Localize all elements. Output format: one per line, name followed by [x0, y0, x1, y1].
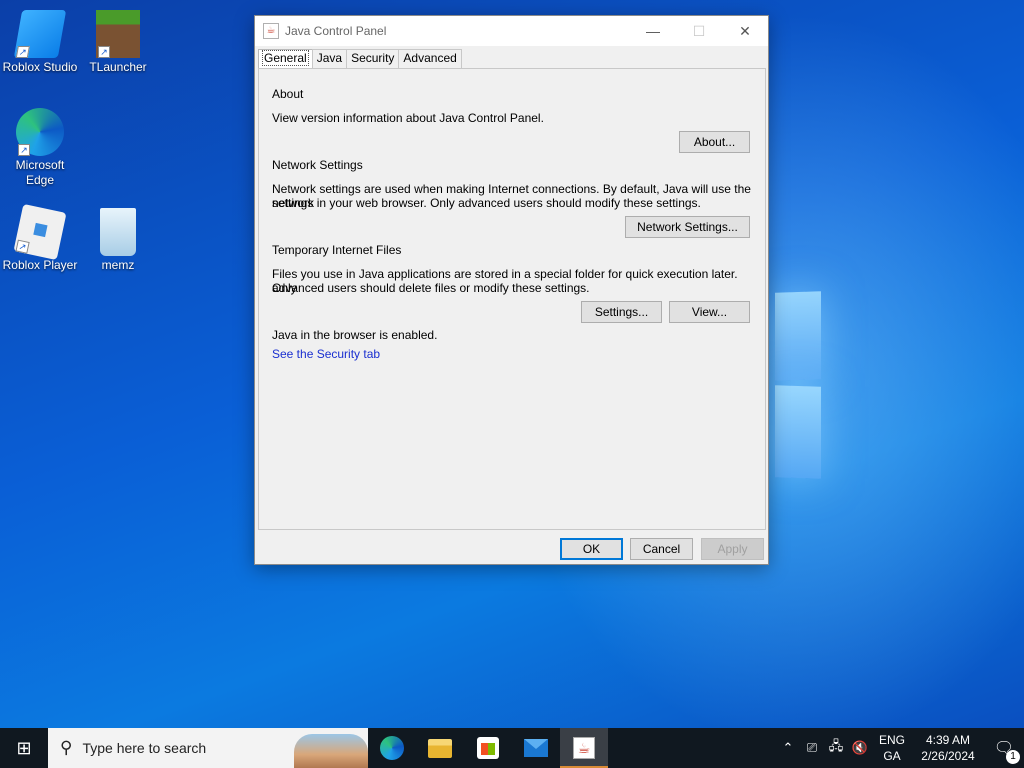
java-icon: ☕ [263, 23, 279, 39]
desktop-icon-roblox-player[interactable]: ↗ Roblox Player [0, 203, 80, 273]
java-control-panel-window: ☕ Java Control Panel — ☐ ✕ General Java … [254, 15, 769, 565]
tab-bar: General Java Security Advanced [258, 49, 462, 69]
about-text: View version information about Java Cont… [272, 111, 544, 125]
shortcut-arrow-icon: ↗ [15, 239, 30, 254]
title-bar[interactable]: ☕ Java Control Panel — ☐ ✕ [255, 16, 768, 46]
wallpaper-logo-pane [775, 385, 821, 479]
minimize-button[interactable]: — [630, 16, 676, 46]
store-icon [477, 737, 499, 759]
about-heading: About [272, 87, 304, 101]
taskbar-app-edge[interactable] [368, 728, 416, 768]
system-tray: ⌃ ⎚ 🖧 🔇 ENG GA 4:39 AM 2/26/2024 🗨 1 [776, 728, 1024, 768]
roblox-player-icon: ↗ [13, 203, 67, 261]
chevron-up-icon[interactable]: ⌃ [776, 740, 800, 756]
desktop-icon-tlauncher[interactable]: ↗ TLauncher [78, 10, 158, 75]
taskbar-app-file-explorer[interactable] [416, 728, 464, 768]
tab-label: General [262, 50, 309, 66]
taskbar-app-java-control-panel[interactable]: ☕ [560, 728, 608, 768]
volume-muted-icon[interactable]: 🔇 [848, 740, 872, 756]
desktop-icon-microsoft-edge[interactable]: ↗ Microsoft Edge [0, 108, 80, 188]
search-highlight-image [294, 734, 368, 768]
notification-center-button[interactable]: 🗨 1 [984, 738, 1024, 764]
cancel-button[interactable]: Cancel [630, 538, 693, 560]
security-tab-link[interactable]: See the Security tab [272, 347, 380, 361]
network-icon[interactable]: 🖧 [824, 737, 848, 759]
desktop-icon-label: Roblox Studio [2, 60, 78, 74]
tab-security[interactable]: Security [346, 49, 400, 68]
recycle-bin-icon [100, 208, 136, 256]
taskbar: ⊞ ⚲ Type here to search ☕ ⌃ ⎚ 🖧 🔇 ENG GA… [0, 728, 1024, 768]
temp-files-view-button[interactable]: View... [669, 301, 750, 323]
clock[interactable]: 4:39 AM 2/26/2024 [912, 732, 984, 764]
tab-label: Advanced [403, 51, 457, 65]
notification-badge: 1 [1006, 750, 1020, 764]
tab-advanced[interactable]: Advanced [398, 49, 462, 68]
tab-label: Security [351, 51, 395, 65]
apply-button[interactable]: Apply [701, 538, 764, 560]
tab-java[interactable]: Java [311, 49, 348, 68]
network-heading: Network Settings [272, 158, 363, 172]
shortcut-arrow-icon: ↗ [15, 46, 30, 58]
maximize-button[interactable]: ☐ [676, 16, 722, 46]
folder-icon [428, 738, 452, 758]
input-language-indicator[interactable]: ENG GA [872, 732, 912, 764]
meet-now-icon[interactable]: ⎚ [800, 740, 824, 756]
network-text-line2: settings in your web browser. Only advan… [272, 196, 701, 210]
desktop-icon-label: memz [101, 258, 135, 272]
browser-status-text: Java in the browser is enabled. [272, 328, 438, 342]
tab-general[interactable]: General [258, 49, 313, 69]
desktop-icon-label: TLauncher [89, 60, 147, 74]
taskbar-search-box[interactable]: ⚲ Type here to search [48, 728, 368, 768]
search-placeholder: Type here to search [82, 740, 207, 756]
roblox-studio-icon: ↗ [13, 10, 67, 58]
desktop-icon-label: Microsoft Edge [15, 158, 65, 187]
shortcut-arrow-icon: ↗ [18, 144, 30, 156]
edge-icon: ↗ [16, 108, 64, 156]
window-title: Java Control Panel [285, 24, 387, 38]
start-button[interactable]: ⊞ [0, 728, 48, 768]
clock-date: 2/26/2024 [921, 749, 975, 763]
keyboard-layout: GA [883, 749, 901, 763]
close-button[interactable]: ✕ [722, 16, 768, 46]
desktop-icon-memz[interactable]: memz [78, 208, 158, 273]
java-icon: ☕ [573, 737, 595, 759]
search-icon: ⚲ [60, 738, 73, 757]
taskbar-app-store[interactable] [464, 728, 512, 768]
tab-label: Java [316, 51, 343, 65]
edge-icon [380, 736, 404, 760]
ok-button[interactable]: OK [560, 538, 623, 560]
wallpaper-logo-pane [775, 291, 821, 381]
mail-icon [524, 739, 548, 757]
general-tab-panel: About View version information about Jav… [258, 68, 766, 530]
temp-files-text-line2: advanced users should delete files or mo… [272, 281, 590, 295]
desktop-icon-label: Roblox Player [2, 258, 78, 272]
shortcut-arrow-icon: ↗ [98, 46, 110, 58]
temp-files-heading: Temporary Internet Files [272, 243, 402, 257]
taskbar-app-mail[interactable] [512, 728, 560, 768]
temp-files-settings-button[interactable]: Settings... [581, 301, 662, 323]
about-button[interactable]: About... [679, 131, 750, 153]
clock-time: 4:39 AM [925, 733, 971, 747]
desktop-icon-roblox-studio[interactable]: ↗ Roblox Studio [0, 10, 80, 75]
network-settings-button[interactable]: Network Settings... [625, 216, 750, 238]
language-code: ENG [878, 733, 905, 747]
windows-logo-icon: ⊞ [16, 738, 32, 758]
tlauncher-icon: ↗ [96, 10, 140, 58]
